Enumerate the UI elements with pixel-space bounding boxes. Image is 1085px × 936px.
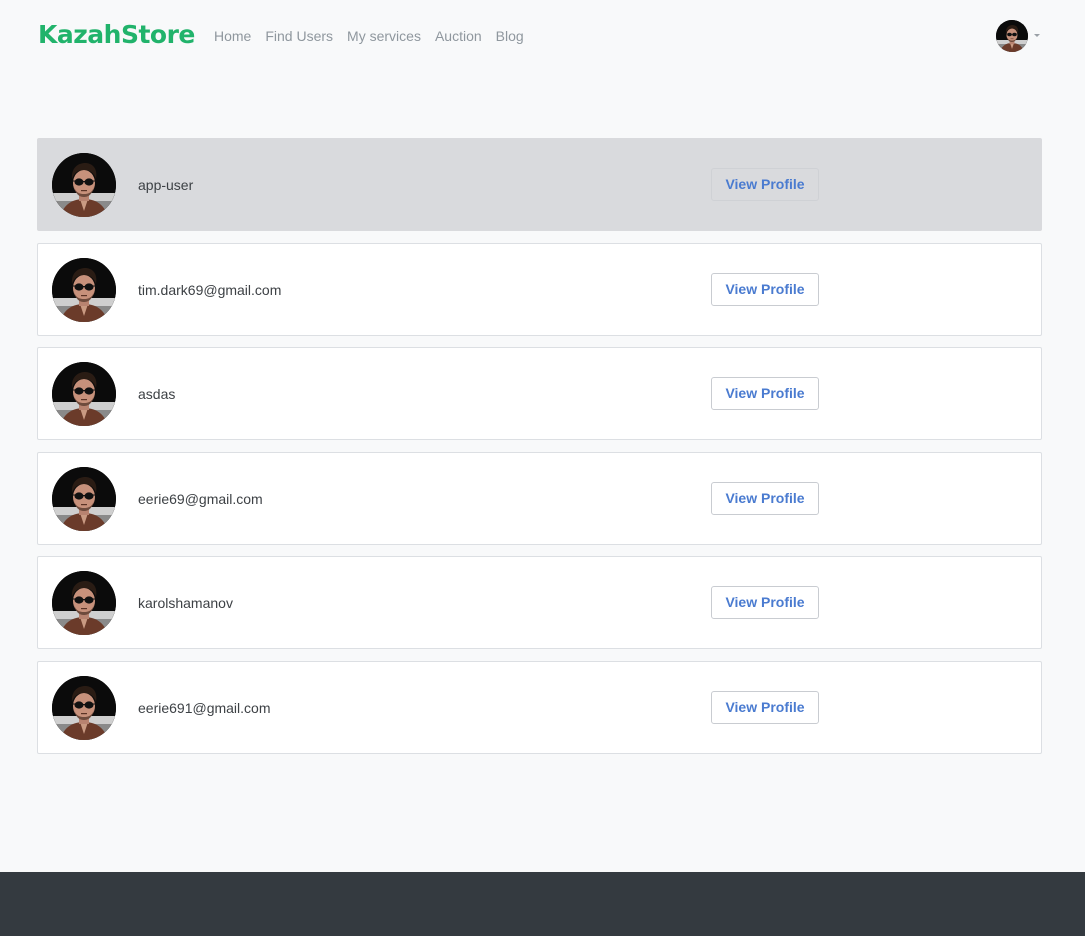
user-list: app-user View Profile tim.dark69@gmail.c…: [37, 138, 1042, 765]
view-profile-button[interactable]: View Profile: [711, 168, 819, 201]
nav-links: Home Find Users My services Auction Blog: [214, 27, 538, 45]
avatar: [52, 362, 116, 426]
user-row: eerie691@gmail.com View Profile: [37, 660, 1042, 754]
avatar: [52, 153, 116, 217]
user-name: tim.dark69@gmail.com: [138, 281, 282, 298]
nav-link-find-users[interactable]: Find Users: [265, 27, 333, 45]
view-profile-button[interactable]: View Profile: [711, 481, 819, 515]
user-name: asdas: [138, 386, 176, 402]
footer: [0, 872, 1085, 936]
avatar-portrait: [52, 153, 116, 217]
user-name: eerie691@gmail.com: [138, 699, 271, 716]
view-profile-button[interactable]: View Profile: [711, 377, 819, 410]
nav-link-my-services[interactable]: My services: [347, 27, 421, 45]
user-name: eerie69@gmail.com: [138, 490, 263, 507]
avatar: [996, 20, 1028, 52]
user-row: app-user View Profile: [37, 138, 1042, 231]
avatar: [52, 257, 116, 322]
nav-link-home[interactable]: Home: [214, 27, 251, 45]
user-row: eerie69@gmail.com View Profile: [37, 451, 1042, 545]
user-row: tim.dark69@gmail.com View Profile: [37, 242, 1042, 336]
user-row: asdas View Profile: [37, 347, 1042, 440]
view-profile-button[interactable]: View Profile: [711, 690, 819, 724]
user-name: app-user: [138, 177, 194, 193]
brand-logo[interactable]: KazahStore: [38, 17, 195, 53]
chevron-down-icon: [1034, 33, 1040, 37]
nav-link-auction[interactable]: Auction: [435, 27, 482, 45]
avatar: [52, 466, 116, 531]
avatar-portrait: [52, 571, 116, 635]
avatar-portrait: [996, 20, 1028, 52]
avatar: [52, 571, 116, 635]
avatar-portrait: [52, 257, 116, 322]
view-profile-button[interactable]: View Profile: [711, 586, 819, 619]
view-profile-button[interactable]: View Profile: [711, 272, 819, 306]
user-row: karolshamanov View Profile: [37, 556, 1042, 649]
avatar-portrait: [52, 675, 116, 740]
nav-link-blog[interactable]: Blog: [496, 27, 524, 45]
avatar-portrait: [52, 362, 116, 426]
user-name: karolshamanov: [138, 595, 233, 611]
avatar-portrait: [52, 466, 116, 531]
user-menu-toggle[interactable]: [996, 20, 1040, 52]
navbar: KazahStore Home Find Users My services A…: [0, 0, 1085, 72]
avatar: [52, 675, 116, 740]
